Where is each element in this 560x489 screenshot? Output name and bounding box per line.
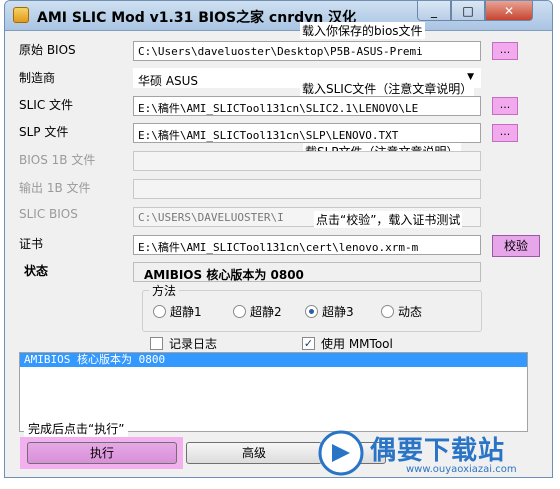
app-icon: [13, 7, 29, 23]
watermark-title: 偶要下载站: [370, 436, 506, 466]
verify-button[interactable]: 校验: [492, 235, 540, 257]
bios-path-field[interactable]: C:\Users\daveluoster\Desktop\P5B-ASUS-Pr…: [133, 41, 481, 61]
slic-callout: 载入SLIC文件（注意文章说明）: [300, 80, 475, 97]
slp-path-field[interactable]: E:\稿件\AMI_SLICTool131cn\SLP\LENOVO.TXT: [133, 123, 481, 143]
radio-icon: [381, 305, 394, 318]
log-label: 记录日志: [169, 337, 218, 351]
mmtool-label: 使用 MMTool: [321, 337, 393, 351]
slp-label: SLP 文件: [19, 125, 69, 139]
radio-method-dynamic[interactable]: 动态: [381, 303, 422, 320]
maximize-icon: □: [462, 3, 474, 18]
slic-path-field[interactable]: E:\稿件\AMI_SLICTool131cn\SLIC2.1\LENOVO\L…: [133, 96, 481, 116]
bios-label: 原始 BIOS: [19, 43, 76, 57]
close-button[interactable]: ✕: [485, 1, 533, 21]
radio-label: 超静3: [322, 305, 354, 319]
slic-bios-label: SLIC BIOS: [19, 207, 78, 221]
radio-method-3[interactable]: 超静3: [305, 303, 354, 320]
minimize-button[interactable]: _: [417, 1, 451, 21]
close-icon: ✕: [503, 3, 515, 18]
slic-label: SLIC 文件: [19, 98, 74, 112]
radio-label: 动态: [398, 305, 423, 319]
checkbox-icon: [150, 337, 163, 350]
radio-label: 超静2: [250, 305, 282, 319]
radio-checked-icon: [305, 305, 318, 318]
bios1b-label: BIOS 1B 文件: [19, 153, 96, 167]
cert-label: 证书: [19, 237, 44, 251]
method-group: 方法 超静1 超静2 超静3 动态: [142, 282, 482, 332]
output1b-field: [133, 179, 481, 199]
radio-icon: [153, 305, 166, 318]
bios1b-field: [133, 151, 481, 171]
watermark-logo-icon: [318, 430, 364, 476]
radio-method-1[interactable]: 超静1: [153, 303, 202, 320]
bios-browse-button[interactable]: ...: [492, 42, 518, 60]
checkbox-checked-icon: ✓: [302, 337, 315, 350]
execute-callout: 完成后点击“执行”: [24, 420, 129, 437]
advanced-button[interactable]: 高级: [186, 442, 322, 464]
status-display: AMIBIOS 核心版本为 0800: [133, 262, 481, 282]
list-item[interactable]: AMIBIOS 核心版本为 0800: [20, 353, 527, 367]
output1b-label: 输出 1B 文件: [19, 181, 91, 195]
cert-callout: 点击“校验”，载入证书测试: [314, 211, 463, 228]
site-watermark: 偶要下载站 www.ouyaoxiazai.com: [318, 428, 558, 484]
manufacturer-label: 制造商: [19, 71, 56, 85]
title-bar: AMI SLIC Mod v1.31 BIOS之家 cnrdyn 汉化 _ □ …: [5, 1, 552, 31]
mmtool-checkbox[interactable]: ✓ 使用 MMTool: [302, 335, 393, 352]
cert-path-field[interactable]: E:\稿件\AMI_SLICTool131cn\cert\lenovo.xrm-…: [133, 235, 481, 255]
execute-button[interactable]: 执行: [27, 442, 177, 464]
maximize-button[interactable]: □: [451, 1, 485, 21]
log-checkbox[interactable]: 记录日志: [150, 335, 217, 352]
manufacturer-value: 华硕 ASUS: [138, 74, 199, 88]
bios-callout: 载入你保存的bios文件: [300, 22, 425, 39]
status-label: 状态: [24, 264, 49, 278]
radio-icon: [233, 305, 246, 318]
minimize-icon: _: [431, 3, 437, 18]
slic-browse-button[interactable]: ...: [492, 97, 518, 115]
watermark-url: www.ouyaoxiazai.com: [406, 464, 517, 475]
radio-label: 超静1: [170, 305, 202, 319]
method-title: 方法: [149, 282, 180, 299]
radio-method-2[interactable]: 超静2: [233, 303, 282, 320]
slp-browse-button[interactable]: ...: [492, 124, 518, 142]
